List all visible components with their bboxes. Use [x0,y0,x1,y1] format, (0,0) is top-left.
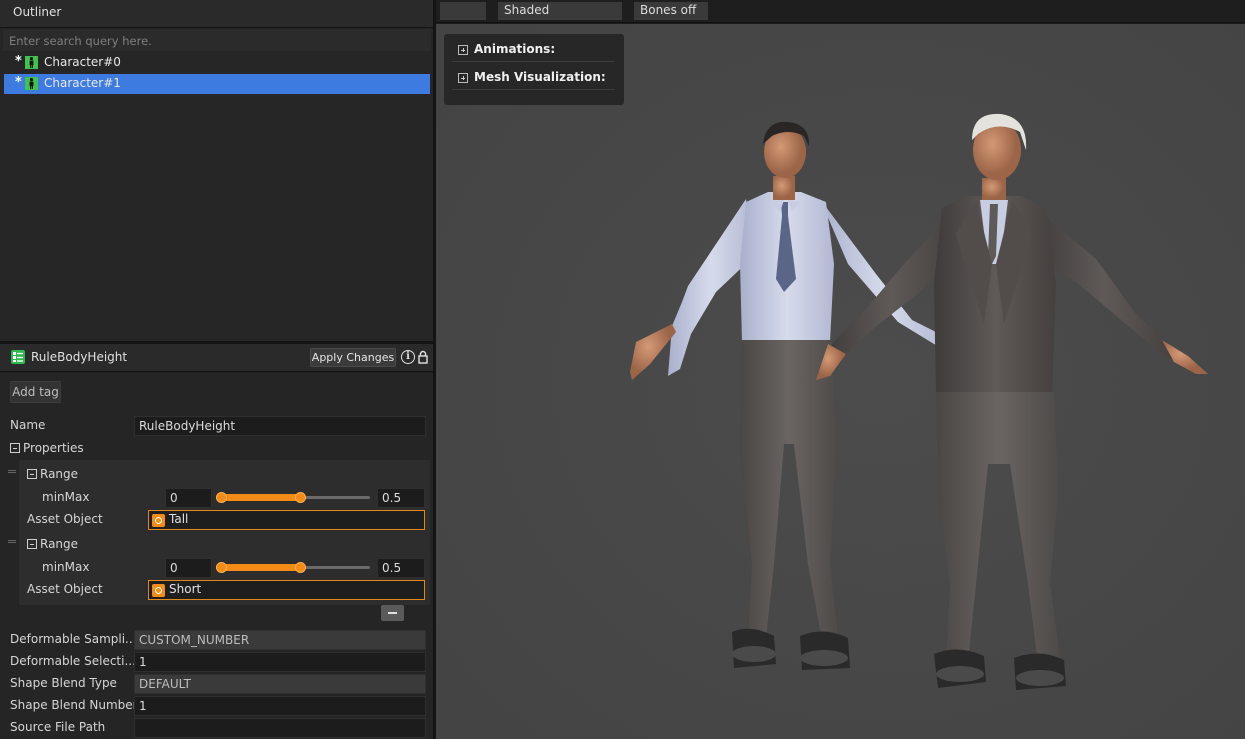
asset-object-label: Asset Object [27,512,103,526]
apply-changes-button[interactable]: Apply Changes [310,348,396,367]
range-collapse-icon[interactable] [27,539,37,549]
viewport-mode-dropdown[interactable] [440,2,486,20]
properties-collapse-icon[interactable] [10,443,20,453]
bones-dropdown[interactable]: Bones off [634,2,708,20]
shape-blend-type-label: Shape Blend Type [10,676,117,690]
modified-marker: * [15,75,22,90]
expand-icon[interactable] [458,73,468,83]
name-field[interactable]: RuleBodyHeight [134,416,426,436]
tree-item-character-0[interactable]: * Character#0 [4,53,430,73]
shape-blend-type-field[interactable]: DEFAULT [134,674,426,694]
asset-object-label: Asset Object [27,582,103,596]
character-render [436,24,1245,739]
min-field[interactable]: 0 [165,488,212,508]
viewport-toolbar: Shaded Bones off [436,0,1245,23]
inspector-header: RuleBodyHeight Apply Changes i [0,344,433,372]
info-icon[interactable]: i [401,350,415,364]
deformable-selection-field[interactable]: 1 [134,652,426,672]
viewport-options-panel: Animations: Mesh Visualization: [444,34,624,105]
source-file-path-label: Source File Path [10,720,106,734]
expand-icon[interactable] [458,45,468,55]
outliner-header: Outliner [0,0,433,28]
minmax-label: minMax [42,490,90,504]
deformable-sampling-label: Deformable Sampli... [10,632,137,646]
deformable-sampling-field[interactable]: CUSTOM_NUMBER [134,630,426,650]
mesh-visualization-section[interactable]: Mesh Visualization: [452,65,615,90]
range-slider-fill [216,564,301,571]
deformable-selection-label: Deformable Selecti... [10,654,136,668]
drag-handle-icon[interactable] [8,470,16,473]
remove-range-button[interactable] [381,605,404,621]
add-tag-button[interactable]: Add tag [10,381,61,403]
3d-viewport[interactable]: Animations: Mesh Visualization: [436,24,1245,739]
asset-object-value: Tall [169,512,189,526]
asset-object-value: Short [169,582,202,596]
range-slider-max-handle[interactable] [295,562,306,573]
asset-object-field[interactable]: Tall [148,510,425,530]
left-panel: Outliner * Character#0 * Character#1 Rul… [0,0,433,739]
range-label: Range [40,467,79,481]
range-slider-fill [216,494,301,501]
animations-section[interactable]: Animations: [452,37,615,62]
outliner-tree: * Character#0 * Character#1 [0,28,433,341]
tree-item-label: Character#0 [44,55,121,69]
lock-icon[interactable] [418,350,428,364]
minmax-label: minMax [42,560,90,574]
outliner-title: Outliner [13,5,62,19]
drag-handle-icon[interactable] [8,540,16,543]
shape-blend-number-label: Shape Blend Number [10,698,138,712]
asset-icon [152,584,165,597]
character-icon [25,77,38,90]
tree-item-label: Character#1 [44,76,121,90]
min-field[interactable]: 0 [165,558,212,578]
animations-label: Animations: [474,42,556,56]
max-field[interactable]: 0.5 [377,558,425,578]
asset-icon [152,514,165,527]
modified-marker: * [15,54,22,69]
range-slider-min-handle[interactable] [216,562,227,573]
name-label: Name [10,418,46,432]
range-collapse-icon[interactable] [27,469,37,479]
shading-dropdown[interactable]: Shaded [498,2,622,20]
asset-object-field[interactable]: Short [148,580,425,600]
rule-icon [11,350,25,364]
inspector-title: RuleBodyHeight [31,350,128,364]
character-icon [25,56,38,69]
tree-item-character-1[interactable]: * Character#1 [4,74,430,94]
source-file-path-field[interactable] [134,718,426,738]
mesh-visualization-label: Mesh Visualization: [474,70,606,84]
properties-label: Properties [23,441,84,455]
outliner-search-input[interactable] [3,30,431,51]
range-slider-min-handle[interactable] [216,492,227,503]
range-label: Range [40,537,79,551]
max-field[interactable]: 0.5 [377,488,425,508]
range-slider-max-handle[interactable] [295,492,306,503]
inspector-body: Add tag Name RuleBodyHeight Properties R… [0,373,433,739]
shape-blend-number-field[interactable]: 1 [134,696,426,716]
